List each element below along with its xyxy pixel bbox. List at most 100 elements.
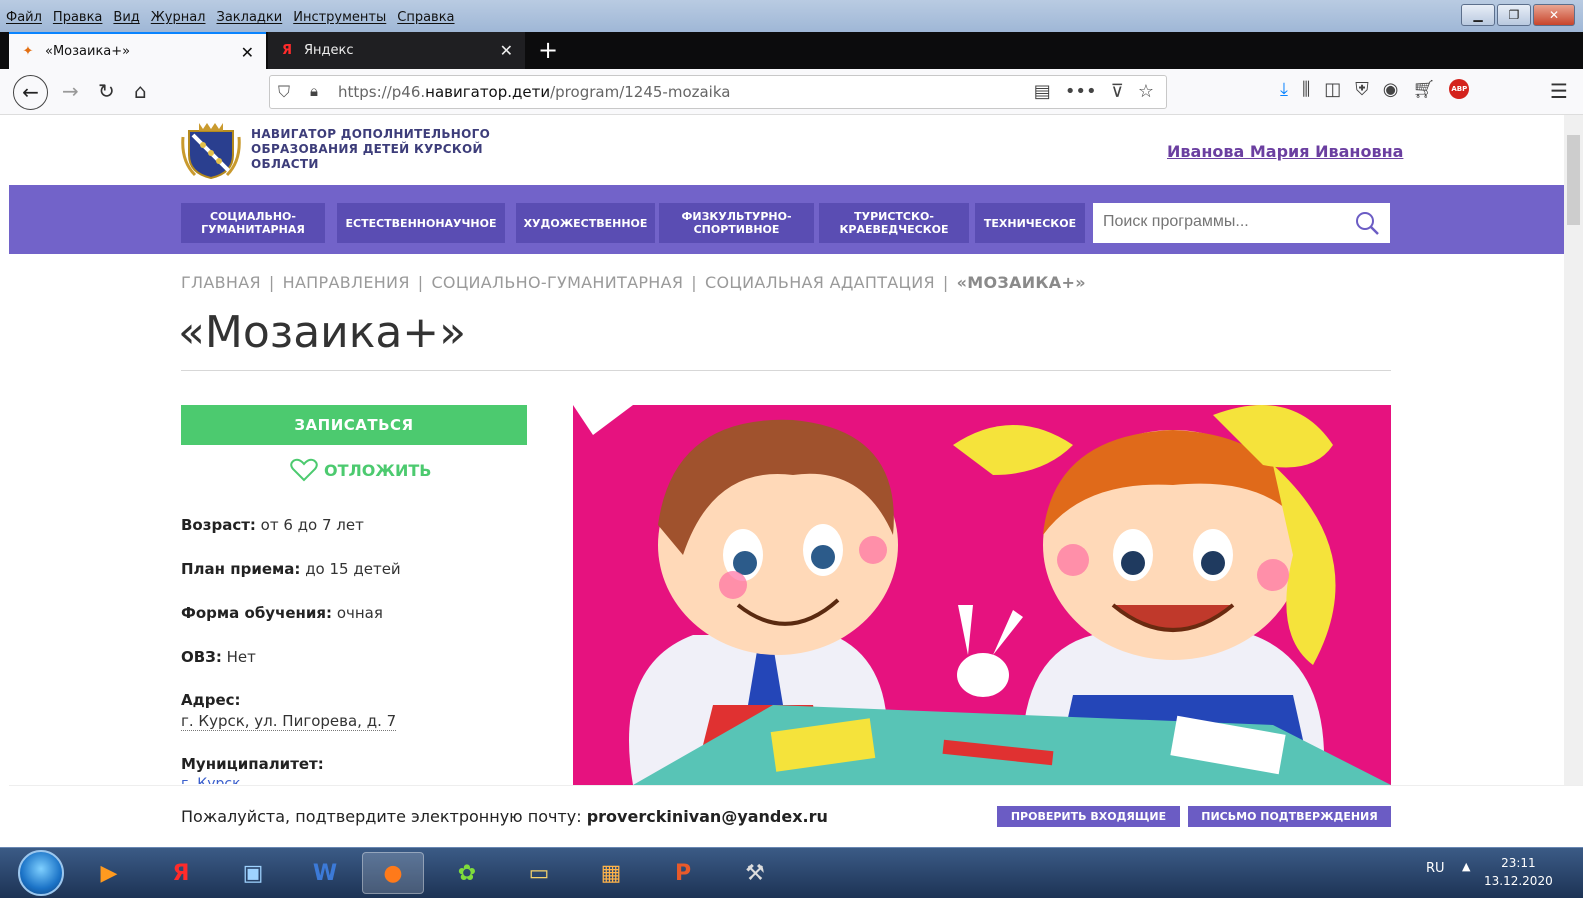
adblock-icon[interactable]: ABP <box>1449 79 1470 99</box>
postpone-label: ОТЛОЖИТЬ <box>324 460 432 480</box>
media-player-icon[interactable]: ▶ <box>78 852 140 894</box>
breadcrumb-directions[interactable]: НАПРАВЛЕНИЯ <box>283 273 410 292</box>
close-window-button[interactable]: ✕ <box>1533 4 1575 26</box>
shield-icon[interactable]: ⛉ <box>278 82 290 102</box>
minimize-button[interactable]: ▁ <box>1461 4 1495 26</box>
yandex-favicon-icon: Я <box>281 43 292 58</box>
kursk-crest-logo[interactable] <box>181 121 241 179</box>
menu-bookmarks[interactable]: Закладки <box>217 10 283 25</box>
lock-icon[interactable]: 🔒︎ <box>310 82 318 100</box>
back-button[interactable]: ← <box>13 75 48 110</box>
site-name-line: ОБЛАСТИ <box>251 157 319 171</box>
breadcrumb-home[interactable]: ГЛАВНАЯ <box>181 273 261 292</box>
pocket-icon[interactable]: ⊽ <box>1111 81 1124 102</box>
language-indicator[interactable]: RU <box>1426 861 1445 876</box>
close-tab-icon[interactable]: ✕ <box>500 41 513 60</box>
tab-yandex[interactable]: Я Яндекс ✕ <box>268 32 525 69</box>
breadcrumb-social-humanitarian[interactable]: СОЦИАЛЬНО-ГУМАНИТАРНАЯ <box>431 273 683 292</box>
system-clock[interactable]: 23:11 13.12.2020 <box>1484 854 1553 890</box>
vertical-scrollbar[interactable] <box>1564 115 1583 785</box>
nav-sports[interactable]: ФИЗКУЛЬТУРНО- СПОРТИВНОЕ <box>659 203 814 243</box>
start-button[interactable] <box>18 850 64 896</box>
breadcrumb-current: «МОЗАИКА+» <box>956 273 1086 292</box>
close-tab-icon[interactable]: ✕ <box>241 43 254 62</box>
menu-bar: Файл Правка Вид Журнал Закладки Инструме… <box>0 0 1583 32</box>
divider <box>181 370 1391 371</box>
clock-date: 13.12.2020 <box>1484 874 1553 888</box>
nav-technical[interactable]: ТЕХНИЧЕСКОЕ <box>975 203 1085 243</box>
home-button[interactable]: ⌂ <box>134 79 147 103</box>
nav-tourism[interactable]: ТУРИСТСКО- КРАЕВЕДЧЕСКОЕ <box>819 203 969 243</box>
tab-title: «Мозаика+» <box>45 44 131 59</box>
sidebar-icon[interactable]: ◫ <box>1324 79 1341 100</box>
windows-taskbar: ▶ Я ▣ W ● ✿ ▭ ▦ P ⚒ RU ▲ 23:11 13.12.202… <box>0 847 1583 898</box>
mozaika-favicon-icon: ✦ <box>22 44 34 59</box>
municipality-label: Муниципалитет: <box>181 755 324 773</box>
confirm-email: proverckinivan@yandex.ru <box>586 807 828 826</box>
powerpoint-icon[interactable]: P <box>652 852 714 894</box>
address-label: Адрес: <box>181 691 241 709</box>
form-info: Форма обучения: очная <box>181 604 383 622</box>
nav-social-humanitarian[interactable]: СОЦИАЛЬНО- ГУМАНИТАРНАЯ <box>181 203 325 243</box>
menu-view[interactable]: Вид <box>113 10 139 25</box>
icq-icon[interactable]: ✿ <box>436 852 498 894</box>
age-info: Возраст: от 6 до 7 лет <box>181 516 364 534</box>
breadcrumb-social-adaptation[interactable]: СОЦИАЛЬНАЯ АДАПТАЦИЯ <box>705 273 935 292</box>
yandex-browser-icon[interactable]: Я <box>150 852 212 894</box>
enroll-button[interactable]: ЗАПИСАТЬСЯ <box>181 405 527 445</box>
search-input[interactable] <box>1103 213 1333 231</box>
library-icon[interactable]: ⫼ <box>1302 79 1310 100</box>
maximize-button[interactable]: ❐ <box>1497 4 1531 26</box>
hamburger-menu-icon[interactable]: ☰ <box>1550 79 1568 103</box>
menu-help[interactable]: Справка <box>397 10 454 25</box>
tools-icon[interactable]: ⚒ <box>724 852 786 894</box>
tray-expand-icon[interactable]: ▲ <box>1462 860 1470 873</box>
breadcrumb: ГЛАВНАЯ | НАПРАВЛЕНИЯ | СОЦИАЛЬНО-ГУМАНИТАРН… <box>181 273 1086 292</box>
program-search[interactable] <box>1093 203 1390 243</box>
menu-tools[interactable]: Инструменты <box>293 10 386 25</box>
account-icon[interactable]: ◉ <box>1383 79 1399 100</box>
address-link[interactable]: г. Курск, ул. Пигорева, д. 7 <box>181 712 397 731</box>
nav-natural-science[interactable]: ЕСТЕСТВЕННОНАУЧНОЕ <box>337 203 505 243</box>
search-icon[interactable] <box>1354 210 1380 236</box>
word-icon[interactable]: W <box>294 852 356 894</box>
resend-confirmation-button[interactable]: ПИСЬМО ПОДТВЕРЖДЕНИЯ <box>1188 806 1391 827</box>
extension-shield-icon[interactable]: ⛨ <box>1355 79 1369 100</box>
category-nav: СОЦИАЛЬНО- ГУМАНИТАРНАЯ ЕСТЕСТВЕННОНАУЧНО… <box>9 185 1583 254</box>
nav-toolbar: ← → ↻ ⌂ ⛉ 🔒︎ https://p46.навигатор.дети/… <box>0 69 1583 115</box>
address-bar[interactable]: ⛉ 🔒︎ https://p46.навигатор.дети/program/… <box>269 75 1167 109</box>
user-profile-link[interactable]: Иванова Мария Ивановна <box>1167 142 1403 161</box>
postpone-button[interactable]: ОТЛОЖИТЬ <box>290 455 432 485</box>
site-name[interactable]: НАВИГАТОР ДОПОЛНИТЕЛЬНОГО ОБРАЗОВАНИЯ ДЕ… <box>251 127 491 172</box>
new-tab-button[interactable]: + <box>538 36 558 64</box>
download-icon[interactable]: ⤓ <box>1280 79 1288 100</box>
municipality-link[interactable]: г. Курск <box>181 776 241 784</box>
forward-button[interactable]: → <box>62 79 79 103</box>
site-name-line: НАВИГАТОР ДОПОЛНИТЕЛЬНОГО <box>251 127 491 141</box>
menu-file[interactable]: Файл <box>6 10 42 25</box>
confirm-message: Пожалуйста, подтвердите электронную почт… <box>181 807 828 826</box>
bookmark-star-icon[interactable]: ☆ <box>1138 81 1154 102</box>
scrollbar-thumb[interactable] <box>1567 135 1580 225</box>
screen: { "browser": { "menu": ["Файл", "Правка"… <box>0 0 1583 898</box>
control-panel-icon[interactable]: ▦ <box>580 852 642 894</box>
reload-button[interactable]: ↻ <box>98 79 115 103</box>
tab-mozaika[interactable]: ✦ «Мозаика+» ✕ <box>9 32 266 69</box>
menu-edit[interactable]: Правка <box>53 10 102 25</box>
page-title: «Мозаика+» <box>178 307 467 358</box>
page-actions-icon[interactable]: ••• <box>1065 81 1097 102</box>
reader-view-icon[interactable]: ▤ <box>1034 81 1051 102</box>
program-illustration <box>573 405 1391 785</box>
cart-icon[interactable]: 🛒︎ <box>1412 79 1435 100</box>
check-inbox-button[interactable]: ПРОВЕРИТЬ ВХОДЯЩИЕ <box>997 806 1180 827</box>
firefox-icon[interactable]: ● <box>362 852 424 894</box>
ovz-info: ОВЗ: Нет <box>181 648 256 666</box>
site-header: НАВИГАТОР ДОПОЛНИТЕЛЬНОГО ОБРАЗОВАНИЯ ДЕ… <box>9 115 1583 185</box>
remote-desktop-icon[interactable]: ▣ <box>222 852 284 894</box>
menu-history[interactable]: Журнал <box>151 10 206 25</box>
url-text[interactable]: https://p46.навигатор.дети/program/1245-… <box>338 83 730 101</box>
nav-artistic[interactable]: ХУДОЖЕСТВЕННОЕ <box>516 203 655 243</box>
site-name-line: ОБРАЗОВАНИЯ ДЕТЕЙ КУРСКОЙ <box>251 142 483 156</box>
tab-title: Яндекс <box>304 43 354 58</box>
file-explorer-icon[interactable]: ▭ <box>508 852 570 894</box>
